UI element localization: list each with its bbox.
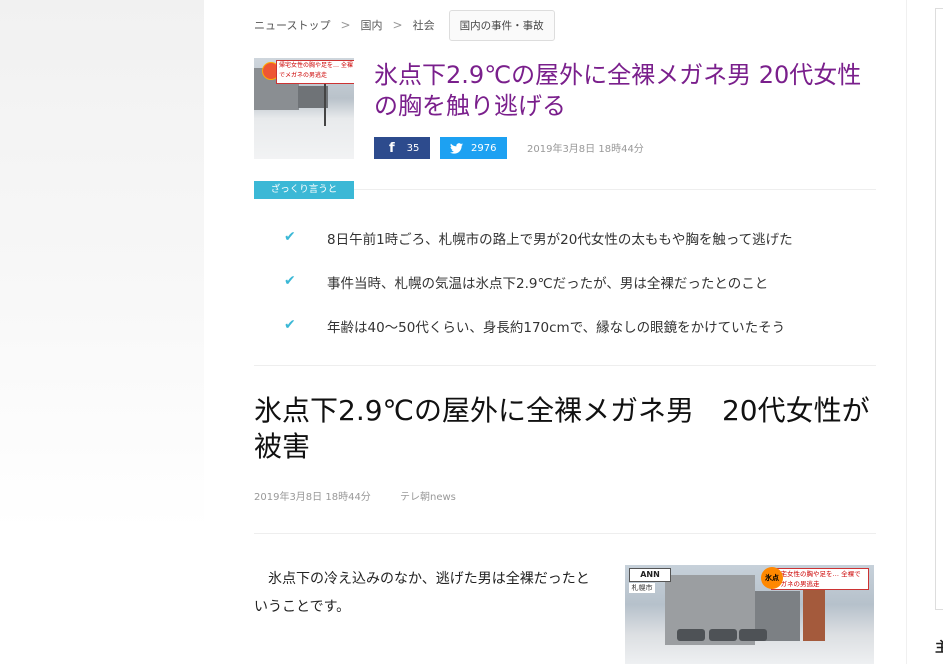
article-body-text: 氷点下の冷え込みのなか、逃げた男は全裸だったということです。 [254, 571, 590, 615]
breadcrumb-separator: > [392, 18, 403, 32]
photo-building [803, 585, 825, 641]
headline-thumbnail[interactable]: 帰宅女性の胸や足を… 全裸でメガネの男逃走 [254, 58, 354, 159]
thumbnail-caption: 帰宅女性の胸や足を… 全裸でメガネの男逃走 [276, 60, 354, 84]
breadcrumb-news-top[interactable]: ニューストップ [254, 17, 330, 33]
photo-car [677, 629, 705, 641]
thumbnail-pole [324, 82, 326, 126]
summary-text: 事件当時、札幌の気温は氷点下2.9℃だったが、男は全裸だったとのこと [327, 276, 769, 292]
photo-location: 札幌市 [629, 583, 655, 593]
article-date: 2019年3月8日 18時44分 [254, 492, 371, 503]
divider [254, 533, 876, 534]
facebook-count: 35 [406, 142, 420, 154]
photo-car [709, 629, 737, 641]
twitter-share-button[interactable]: 2976 [440, 137, 507, 159]
article-title: 氷点下2.9℃の屋外に全裸メガネ男 20代女性が被害 [254, 394, 870, 463]
facebook-share-button[interactable]: f 35 [374, 137, 430, 159]
summary-text: 年齢は40～50代くらい、身長約170cmで、縁なしの眼鏡をかけていたそう [327, 320, 786, 336]
photo-car [739, 629, 767, 641]
twitter-icon [450, 142, 463, 154]
check-icon: ✔ [284, 273, 296, 289]
check-icon: ✔ [284, 317, 296, 333]
article-body: 氷点下の冷え込みのなか、逃げた男は全裸だったということです。 [254, 565, 599, 621]
left-margin [0, 0, 204, 664]
breadcrumb-domestic[interactable]: 国内 [361, 17, 383, 33]
check-icon: ✔ [284, 229, 296, 245]
breadcrumb: ニューストップ > 国内 > 社会 国内の事件・事故 [254, 9, 555, 41]
breadcrumb-society[interactable]: 社会 [413, 17, 435, 33]
publish-date: 2019年3月8日 18時44分 [527, 144, 644, 155]
article-photo[interactable]: ANN 札幌市 帰宅女性の胸や足を… 全裸でメガネの男逃走 氷点 [625, 565, 874, 664]
ann-logo: ANN [629, 568, 671, 582]
headline[interactable]: 氷点下2.9℃の屋外に全裸メガネ男 20代女性の胸を触り逃げる [374, 60, 884, 122]
category-tag[interactable]: 国内の事件・事故 [448, 9, 555, 41]
summary-text: 8日午前1時ごろ、札幌市の路上で男が20代女性の太ももや胸を触って逃げた [327, 232, 793, 248]
photo-caption: 帰宅女性の胸や足を… 全裸でメガネの男逃走 [771, 568, 869, 590]
article-meta: 2019年3月8日 18時44分 テレ朝news [254, 488, 456, 503]
article-source[interactable]: テレ朝news [400, 492, 456, 503]
twitter-count: 2976 [471, 142, 497, 154]
sidebar-heading: 主 [935, 640, 943, 656]
photo-badge: 氷点 [761, 567, 783, 589]
summary-label: ざっくり言うと [254, 181, 354, 199]
sidebar-divider [906, 0, 907, 664]
sidebar-widget [935, 8, 943, 610]
breadcrumb-separator: > [340, 18, 351, 32]
facebook-icon: f [389, 140, 395, 156]
divider [254, 365, 876, 366]
